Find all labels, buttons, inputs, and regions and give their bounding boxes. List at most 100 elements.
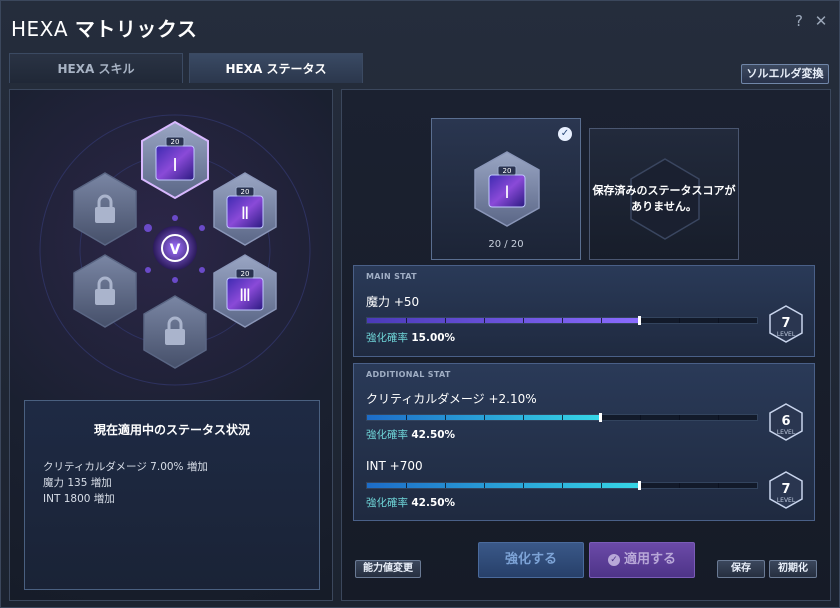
title-prefix: HEXA	[11, 17, 69, 41]
core-progress-text: 20 / 20	[488, 239, 524, 250]
core-level: 20	[503, 167, 512, 175]
hex-map-graphic: 20 Ⅰ 20 Ⅱ 20 Ⅲ V	[39, 114, 311, 386]
hex-node-upper-left[interactable]	[73, 172, 137, 246]
status-line: 魔力 135 増加	[43, 477, 112, 489]
additional-stat-rate: 強化確率 42.50%	[366, 495, 455, 510]
bar-segment-divider	[445, 483, 446, 488]
hex-node-top[interactable]: 20 Ⅰ	[141, 120, 209, 200]
node-numeral: Ⅲ	[239, 286, 251, 306]
node-level: 20	[241, 188, 250, 196]
main-stat-rate-label: 強化確率	[366, 332, 408, 344]
check-circle-icon: ✓	[607, 553, 620, 566]
no-saved-line2: ありません。	[631, 200, 697, 213]
rate-value: 42.50%	[411, 429, 456, 441]
title-main: マトリックス	[74, 17, 198, 41]
apply-button[interactable]: ✓ 適用する	[589, 542, 695, 578]
rate-label: 強化確率	[366, 497, 408, 509]
bar-segment-divider	[718, 415, 719, 420]
window-title: HEXA マトリックス	[11, 13, 197, 42]
additional-stat-name: クリティカルダメージ +2.10%	[366, 392, 537, 406]
bar-segment-divider	[523, 318, 524, 323]
rate-value: 42.50%	[411, 497, 456, 509]
sol-erda-convert-button[interactable]: ソルエルダ変換	[741, 64, 829, 84]
main-stat-rate: 強化確率 15.00%	[366, 330, 455, 345]
bar-segment-divider	[562, 483, 563, 488]
additional-stat-header: ADDITIONAL STAT	[366, 370, 451, 379]
main-stat-level-badge: 7 LEVEL	[769, 305, 803, 343]
hexa-matrix-window: HEXA マトリックス ? ✕ HEXA スキル HEXA ステータス ソルエル…	[0, 0, 840, 608]
bar-segment-divider	[406, 415, 407, 420]
rate-label: 強化確率	[366, 429, 408, 441]
bar-segment-divider	[601, 483, 602, 488]
main-stat-box: MAIN STAT 魔力 +50 強化確率 15.00% 7 LEVEL	[353, 265, 815, 357]
center-emblem-icon: V	[153, 226, 197, 270]
status-line: INT 1800 増加	[43, 493, 115, 505]
hex-map: 20 Ⅰ 20 Ⅱ 20 Ⅲ V	[30, 110, 320, 390]
bar-segment-divider	[523, 483, 524, 488]
bar-segment-divider	[679, 415, 680, 420]
tab-hexa-skill[interactable]: HEXA スキル	[9, 53, 183, 83]
node-numeral: Ⅰ	[172, 155, 177, 176]
bar-segment-divider	[718, 318, 719, 323]
stat-change-button[interactable]: 能力値変更	[355, 560, 421, 578]
bar-segment-divider	[562, 318, 563, 323]
additional-stat-box: ADDITIONAL STAT クリティカルダメージ +2.10% 強化確率 4…	[353, 363, 815, 521]
main-stat-progress-bar	[366, 316, 758, 325]
additional-stat-name: INT +700	[366, 459, 423, 473]
status-line: クリティカルダメージ 7.00% 増加	[43, 461, 208, 473]
saved-score-card[interactable]: 保存済みのステータスコアが ありません。	[589, 128, 739, 260]
apply-button-label: 適用する	[623, 552, 676, 567]
selected-core-card[interactable]: ✓ 20 Ⅰ 20 / 20	[431, 118, 581, 260]
core-numeral: Ⅰ	[504, 183, 509, 203]
title-bar: HEXA マトリックス ? ✕	[1, 1, 840, 47]
core-hex-graphic: 20 Ⅰ	[474, 151, 540, 227]
bar-segment-divider	[679, 318, 680, 323]
hex-node-lower-left[interactable]	[73, 254, 137, 328]
bar-segment-divider	[445, 318, 446, 323]
additional-stat-progress-bar	[366, 413, 758, 422]
bar-segment-divider	[523, 415, 524, 420]
current-status-title: 現在適用中のステータス状況	[93, 423, 250, 437]
main-stat-progress-fill	[367, 318, 640, 323]
bar-segment-divider	[484, 415, 485, 420]
bar-segment-divider	[718, 483, 719, 488]
enhance-button[interactable]: 強化する	[478, 542, 584, 578]
additional-stat-level: 7	[781, 482, 790, 497]
help-icon[interactable]: ?	[791, 13, 807, 29]
hex-core-panel: 20 Ⅰ 20 Ⅱ 20 Ⅲ V 現在適用中のステータス状況 クリティカルダメー…	[9, 89, 333, 601]
additional-stat-rate: 強化確率 42.50%	[366, 427, 455, 442]
bar-segment-divider	[406, 483, 407, 488]
additional-stat-progress-bar	[366, 481, 758, 490]
bar-segment-divider	[484, 483, 485, 488]
main-stat-header: MAIN STAT	[366, 272, 417, 281]
hex-node-upper-right[interactable]: 20 Ⅱ	[213, 172, 277, 246]
bar-segment-divider	[406, 318, 407, 323]
hex-node-lower-right[interactable]: 20 Ⅲ	[213, 254, 277, 328]
main-stat-level: 7	[781, 316, 790, 331]
additional-stat-progress-fill	[367, 483, 640, 488]
bar-segment-divider	[679, 483, 680, 488]
main-stat-rate-value: 15.00%	[411, 332, 456, 344]
node-numeral: Ⅱ	[241, 204, 249, 224]
center-emblem-letter: V	[170, 242, 181, 258]
node-level: 20	[171, 138, 180, 146]
bar-segment-divider	[484, 318, 485, 323]
bar-segment-divider	[640, 415, 641, 420]
reset-button[interactable]: 初期化	[769, 560, 817, 578]
additional-stat-level-label: LEVEL	[777, 429, 796, 436]
additional-stat-level: 6	[781, 414, 790, 429]
bar-segment-divider	[601, 318, 602, 323]
bar-segment-divider	[445, 415, 446, 420]
close-icon[interactable]: ✕	[813, 13, 829, 29]
bar-progress-marker	[638, 481, 641, 490]
additional-stat-level-badge: 6 LEVEL	[769, 403, 803, 441]
tab-hexa-status[interactable]: HEXA ステータス	[189, 53, 363, 83]
no-saved-score-message: 保存済みのステータスコアが ありません。	[590, 183, 738, 215]
hex-node-bottom[interactable]	[143, 295, 207, 369]
bar-segment-divider	[562, 415, 563, 420]
save-button[interactable]: 保存	[717, 560, 765, 578]
no-saved-line1: 保存済みのステータスコアが	[592, 184, 736, 197]
main-stat-level-label: LEVEL	[777, 331, 796, 338]
bar-progress-marker	[638, 316, 641, 325]
current-status-box: 現在適用中のステータス状況 クリティカルダメージ 7.00% 増加 魔力 135…	[24, 400, 320, 590]
